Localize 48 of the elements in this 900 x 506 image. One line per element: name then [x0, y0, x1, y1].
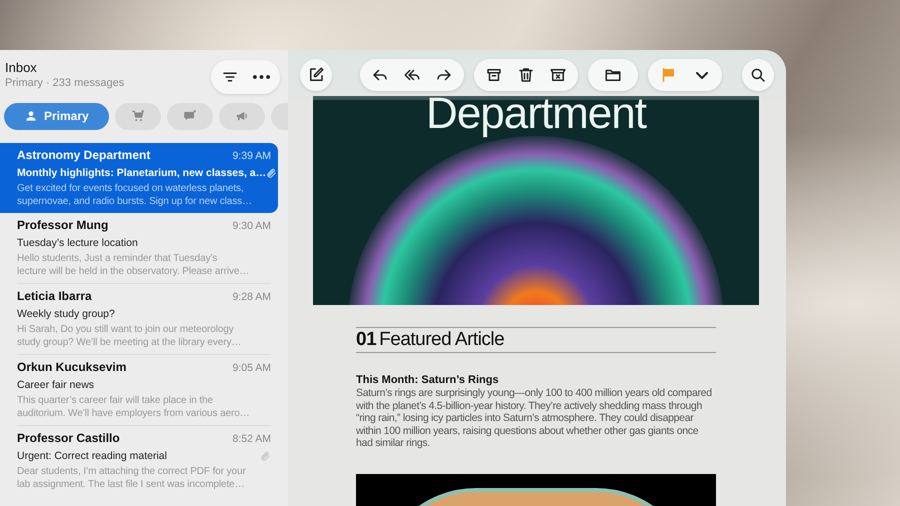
message-subject: Monthly highlights: Planetarium, new classes, a… [17, 166, 266, 180]
inbox-subtitle: Primary · 233 messages [5, 76, 124, 91]
junk-icon [549, 66, 567, 84]
article-heading: This Month: Saturn’s Rings [356, 374, 500, 387]
section-title: Featured Article [379, 328, 504, 352]
message-preview: Hello students, Just a reminder that Tuesday’s lecture will be held in the observatory. Please arrive… [17, 252, 250, 278]
message-preview: Dear students, I’m attaching the correct PDF for your lab assignment. The last file I sent was incomplete… [17, 465, 247, 491]
message-preview: This quarter’s career fair will take place in the auditorium. We’ll have employers from various aero… [17, 394, 251, 420]
message-time: 8:52 AM [232, 432, 271, 447]
person-icon [24, 109, 38, 123]
banner-title: Department [426, 96, 646, 140]
message-row[interactable]: Astronomy Department 9:39 AM Monthly highlights: Planetarium, new classes, a… Get excited for events focused on waterless planets, supernovae, and radio bursts. Sign up for new class… [0, 143, 278, 213]
message-time: 9:39 AM [232, 149, 271, 164]
chevron-down-icon [696, 72, 708, 78]
inbox-title: Inbox [5, 60, 38, 76]
message-time: 9:30 AM [232, 219, 271, 234]
sender-name: Professor Castillo [17, 431, 120, 446]
message-subject: Weekly study group? [17, 307, 115, 321]
message-row[interactable]: Professor Castillo 8:52 AM Urgent: Correct reading material Dear students, I’m attaching the correct PDF for your lab assignment. The last file I sent was incomplete… [0, 426, 278, 496]
message-subject: Tuesday’s lecture location [17, 236, 138, 250]
megaphone-icon [234, 109, 249, 123]
message-row[interactable]: Leticia Ibarra 9:28 AM Weekly study group? Hi Sarah, Do you still want to join our meteorology study group? We’ll be meeting at the library every… [0, 284, 278, 354]
message-row[interactable]: Orkun Kucuksevim 9:05 AM Career fair news This quarter’s career fair will take place in the auditorium. We’ll have employers from various aero… [0, 355, 278, 425]
category-tab[interactable] [218, 102, 265, 130]
section-number: 01 [356, 328, 376, 352]
message-time: 9:28 AM [232, 290, 271, 305]
sender-name: Astronomy Department [17, 148, 150, 163]
archive-icon [485, 66, 503, 84]
category-tab[interactable]: Primary [4, 102, 109, 130]
message-preview: Hi Sarah, Do you still want to join our meteorology study group? We’ll be meeting at the library every… [17, 323, 242, 349]
sender-name: Leticia Ibarra [17, 289, 92, 304]
message-subject: Urgent: Correct reading material [17, 449, 167, 463]
sender-name: Professor Mung [17, 218, 108, 233]
message-preview: Get excited for events focused on waterless planets, supernovae, and radio bursts. Sign up for new class… [17, 182, 253, 208]
message-time: 9:05 AM [232, 361, 271, 376]
sender-name: Orkun Kucuksevim [17, 360, 126, 375]
message-row[interactable]: Professor Mung 9:30 AM Tuesday’s lecture location Hello students, Just a reminder that Tuesday’s lecture will be held in the observatory. Please arrive… [0, 213, 278, 283]
article-body: Saturn’s rings are surprisingly young—only 100 to 400 million years old compared with the planet’s 4.5-billion-year history. They’re actively shedding mass through “ring rain,” losing icy particles into Saturn’s atmosphere. They could disappear within 100 million years, raising questions about whether other gas giants once had similar rings. [356, 387, 713, 450]
cart-icon [130, 109, 145, 123]
ellipsis-icon [253, 75, 270, 79]
category-tab[interactable] [114, 102, 161, 130]
search-icon [749, 66, 767, 84]
category-tab[interactable] [166, 102, 213, 130]
more-button[interactable] [253, 75, 270, 79]
compose-icon [307, 66, 325, 84]
trash-icon [517, 66, 535, 84]
message-subject: Career fair news [17, 378, 94, 392]
chat-icon [182, 109, 197, 123]
